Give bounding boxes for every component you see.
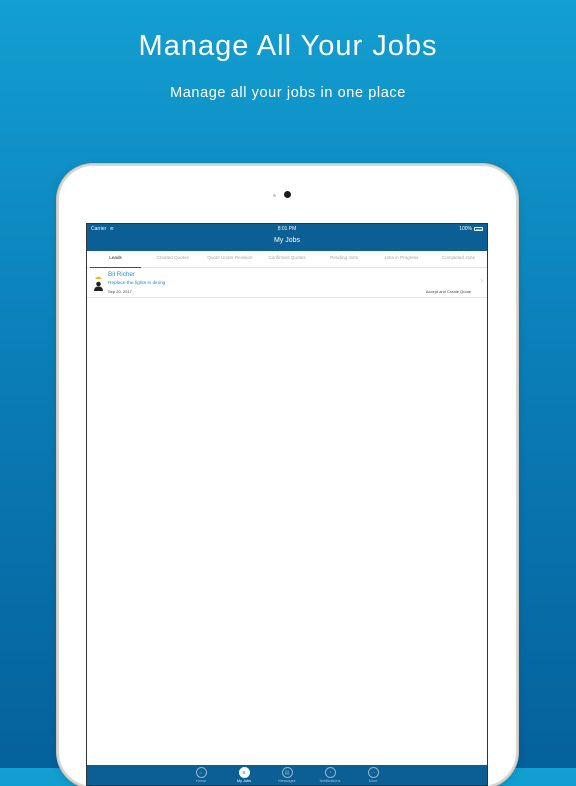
bottom-tab-label: Notifications (319, 779, 341, 783)
tab-created-quotes[interactable]: Created Quotes (144, 251, 201, 267)
tab-completed-jobs[interactable]: Completed Jobs (430, 251, 487, 267)
home-icon: ⌂ (195, 767, 207, 778)
status-bar: Carrier ≋ 8:01 PM 100% (87, 226, 487, 234)
app-screen: Carrier ≋ 8:01 PM 100% My Jobs Leads Cre… (86, 223, 488, 786)
page-title: My Jobs (273, 237, 301, 244)
more-icon: ··· (367, 767, 379, 778)
tab-leads[interactable]: Leads (87, 251, 144, 268)
lead-name: Bil Richer (108, 271, 135, 278)
camera-icon (284, 191, 291, 198)
accept-create-quote-link[interactable]: Accept and Create Quote (426, 289, 471, 294)
sensor-dot (273, 194, 276, 197)
bottom-tab-messages[interactable]: ▤ Messages (266, 765, 309, 785)
bottom-tab-label: My Jobs (236, 779, 252, 783)
lead-description: Replace the lights in dining (108, 281, 166, 286)
bottom-tab-my-jobs[interactable]: ≡ My Jobs (223, 765, 266, 785)
status-time: 8:01 PM (277, 226, 297, 232)
marketing-subheadline: Manage all your jobs in one place (170, 85, 406, 101)
bottom-tab-label: Home (195, 779, 207, 783)
worker-avatar-icon (94, 276, 103, 291)
tab-confirmed-quotes[interactable]: Confirmed Quotes (258, 251, 315, 267)
battery-status: 100% (459, 226, 483, 232)
bottom-tab-bar: ⌂ Home ≡ My Jobs ▤ Messages ◔ Notificati… (87, 765, 487, 785)
message-icon: ▤ (281, 767, 293, 778)
battery-icon (474, 227, 483, 231)
bottom-tab-label: Messages (278, 779, 296, 783)
bottom-tab-home[interactable]: ⌂ Home (180, 765, 223, 785)
tab-pending-jobs[interactable]: Pending Jobs (316, 251, 373, 267)
tab-jobs-in-progress[interactable]: Jobs in Progress (373, 251, 430, 267)
navigation-bar: Carrier ≋ 8:01 PM 100% My Jobs (87, 224, 487, 251)
battery-percent: 100% (459, 226, 472, 232)
list-icon: ≡ (238, 767, 250, 778)
chevron-right-icon: › (480, 276, 483, 285)
tablet-frame: Carrier ≋ 8:01 PM 100% My Jobs Leads Cre… (59, 166, 516, 786)
bottom-tab-label: More (368, 779, 378, 783)
tab-quote-under-revision[interactable]: Quote Under Revision (201, 251, 258, 267)
marketing-headline: Manage All Your Jobs (138, 30, 438, 62)
lead-date: Sep 20, 2017 (108, 289, 132, 294)
bell-icon: ◔ (324, 767, 336, 778)
job-status-tabs: Leads Created Quotes Quote Under Revisio… (87, 251, 487, 268)
bottom-tab-more[interactable]: ··· More (352, 765, 395, 785)
list-item[interactable]: Bil Richer Replace the lights in dining … (87, 268, 487, 298)
bottom-tab-notifications[interactable]: ◔ Notifications (309, 765, 352, 785)
